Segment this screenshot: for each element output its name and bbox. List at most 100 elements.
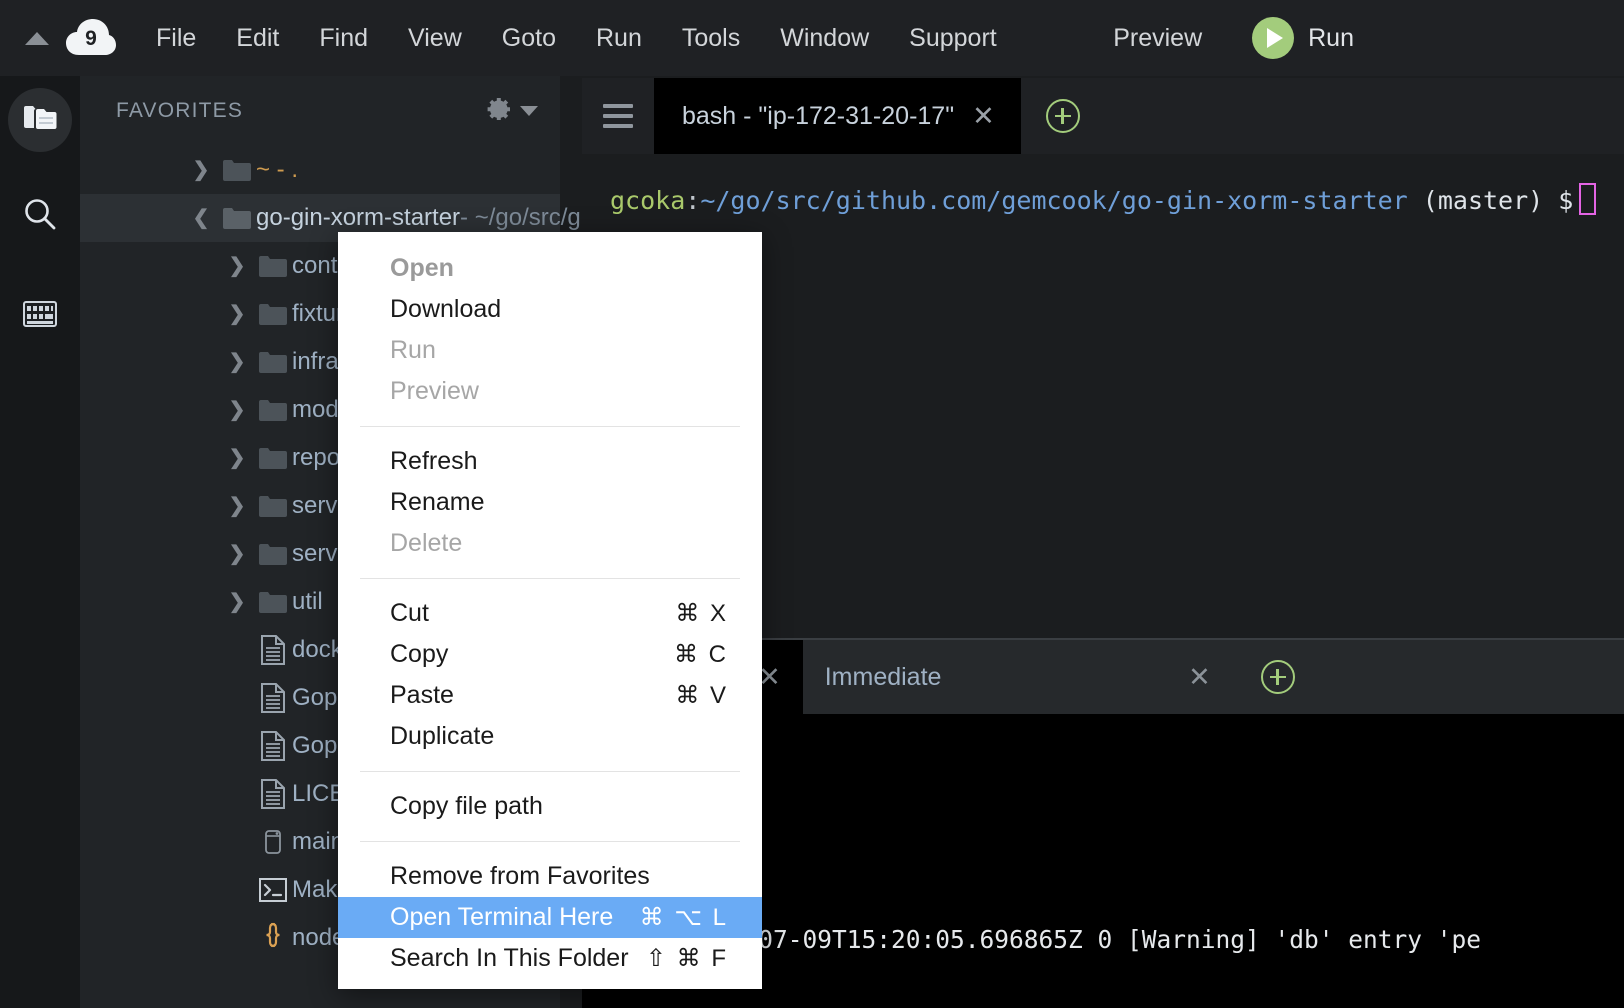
- menu-item-support[interactable]: Support: [889, 0, 1017, 76]
- context-menu-item-copy-file-path[interactable]: Copy file path: [338, 786, 762, 827]
- context-menu-item-accelerator: ⇧ ⌘ F: [645, 945, 728, 972]
- new-terminal-tab-button[interactable]: [1020, 78, 1105, 154]
- preview-button[interactable]: Preview: [1087, 24, 1228, 53]
- context-menu-item-download[interactable]: Download: [338, 289, 762, 330]
- menu-item-find[interactable]: Find: [299, 0, 388, 76]
- context-menu-item-open-terminal-here[interactable]: Open Terminal Here ⌘ ⌥ L: [338, 897, 762, 938]
- bottom-tab-immediate[interactable]: Immediate ✕: [802, 640, 1233, 714]
- folder-icon: [218, 206, 256, 230]
- context-menu-item-label: Cut: [390, 599, 429, 627]
- file-icon: [254, 731, 292, 761]
- context-menu-item-label: Preview: [390, 377, 479, 405]
- new-bottom-tab-button[interactable]: [1232, 640, 1323, 714]
- menu-item-run[interactable]: Run: [576, 0, 662, 76]
- chevron-down-icon[interactable]: ❮: [184, 208, 218, 228]
- context-menu-item-label: Duplicate: [390, 722, 495, 750]
- terminal-tab-bash[interactable]: bash - "ip-172-31-20-17" ✕: [654, 78, 1021, 154]
- terminal-prompt-path: ~/go/src/github.com/gemcook/go-gin-xorm-…: [700, 186, 1408, 215]
- context-menu-item-label: Search In This Folder: [390, 944, 629, 972]
- menu-item-file[interactable]: File: [136, 0, 216, 76]
- go-file-icon: [254, 827, 292, 857]
- menu-item-tools[interactable]: Tools: [662, 0, 760, 76]
- context-menu-item-search-in-this-folder[interactable]: Search In This Folder ⇧ ⌘ F: [338, 938, 762, 979]
- context-menu-item-refresh[interactable]: Refresh: [338, 441, 762, 482]
- context-menu-item-remove-from-favorites[interactable]: Remove from Favorites: [338, 856, 762, 897]
- context-menu-item-paste[interactable]: Paste ⌘ V: [338, 675, 762, 716]
- menu-items: File Edit Find View Goto Run Tools Windo…: [136, 0, 1017, 76]
- context-menu-item-open[interactable]: Open: [338, 248, 762, 289]
- chevron-right-icon[interactable]: ❯: [220, 400, 254, 420]
- terminal-file-icon: [254, 878, 292, 902]
- pane-menu-button[interactable]: [582, 78, 654, 154]
- chevron-right-icon[interactable]: ❯: [220, 592, 254, 612]
- context-menu-item-label: Copy: [390, 640, 449, 668]
- gear-icon: [482, 93, 514, 130]
- folder-icon: [23, 103, 57, 138]
- terminal-tab-bar: bash - "ip-172-31-20-17" ✕: [582, 78, 1624, 154]
- context-menu-item-label: Download: [390, 295, 502, 323]
- terminal-prompt-user: gcoka: [610, 186, 686, 215]
- tree-item-label: go-gin-xorm-starter: [256, 204, 461, 231]
- chevron-right-icon[interactable]: ❯: [220, 304, 254, 324]
- folder-icon: [254, 542, 292, 566]
- context-menu-item-preview: Preview: [338, 371, 762, 412]
- terminal-prompt-separator: :: [685, 186, 701, 215]
- tree-item-label: infra: [292, 348, 339, 375]
- context-menu-item-run: Run: [338, 330, 762, 371]
- context-menu-item-accelerator: ⌘ C: [674, 641, 728, 668]
- folder-icon: [254, 398, 292, 422]
- menu-item-view[interactable]: View: [388, 0, 482, 76]
- context-menu-item-label: Paste: [390, 681, 454, 709]
- context-menu-separator: [360, 771, 740, 772]
- run-button[interactable]: Run: [1228, 17, 1354, 59]
- activity-item-outline[interactable]: [8, 284, 72, 348]
- tree-item-label: ~ - .: [256, 156, 299, 183]
- context-menu-separator: [360, 426, 740, 427]
- context-menu-item-duplicate[interactable]: Duplicate: [338, 716, 762, 757]
- context-menu-item-accelerator: ⌘ X: [675, 600, 728, 627]
- chevron-right-icon[interactable]: ❯: [220, 256, 254, 276]
- context-menu-item-delete: Delete: [338, 523, 762, 564]
- menu-item-goto[interactable]: Goto: [482, 0, 576, 76]
- keyboard-icon: [23, 300, 57, 332]
- plus-circle-icon: [1260, 660, 1295, 694]
- context-menu-item-rename[interactable]: Rename: [338, 482, 762, 523]
- favorites-settings-button[interactable]: [482, 93, 560, 130]
- context-menu-item-cut[interactable]: Cut ⌘ X: [338, 593, 762, 634]
- bottom-tab-label: Immediate: [824, 662, 942, 691]
- svg-text:9: 9: [85, 27, 97, 50]
- collapse-menu-button[interactable]: [0, 0, 56, 76]
- chevron-right-icon[interactable]: ❯: [184, 160, 218, 180]
- context-menu-item-label: Remove from Favorites: [390, 862, 650, 890]
- chevron-right-icon[interactable]: ❯: [220, 496, 254, 516]
- terminal-tab-label: bash - "ip-172-31-20-17": [682, 101, 955, 130]
- terminal-cursor: [1579, 183, 1597, 215]
- context-menu-item-copy[interactable]: Copy ⌘ C: [338, 634, 762, 675]
- cloud9-logo[interactable]: 9: [56, 0, 126, 76]
- activity-item-environment[interactable]: [8, 88, 72, 152]
- context-menu-item-label: Run: [390, 336, 436, 364]
- context-menu-item-accelerator: ⌘ V: [675, 682, 728, 709]
- activity-item-search[interactable]: [8, 184, 72, 248]
- json-file-icon: [254, 922, 292, 954]
- run-button-label: Run: [1308, 23, 1354, 52]
- close-icon[interactable]: ✕: [972, 102, 995, 130]
- file-context-menu: Open Download Run Preview Refresh Rename…: [338, 232, 762, 989]
- terminal-prompt-branch: (master) $: [1407, 186, 1574, 215]
- tree-item-home[interactable]: ❯ ~ - .: [80, 146, 560, 194]
- folder-icon: [254, 446, 292, 470]
- close-icon[interactable]: ✕: [1188, 663, 1211, 691]
- menu-item-window[interactable]: Window: [760, 0, 889, 76]
- context-menu-item-label: Refresh: [390, 447, 478, 475]
- tree-item-label: util: [292, 588, 323, 615]
- context-menu-separator: [360, 578, 740, 579]
- chevron-right-icon[interactable]: ❯: [220, 352, 254, 372]
- context-menu-item-accelerator: ⌘ ⌥ L: [639, 904, 728, 931]
- context-menu-separator: [360, 841, 740, 842]
- chevron-right-icon[interactable]: ❯: [220, 448, 254, 468]
- context-menu-item-label: Open Terminal Here: [390, 903, 614, 931]
- menu-item-edit[interactable]: Edit: [216, 0, 299, 76]
- context-menu-item-label: Rename: [390, 488, 485, 516]
- folder-icon: [254, 302, 292, 326]
- chevron-right-icon[interactable]: ❯: [220, 544, 254, 564]
